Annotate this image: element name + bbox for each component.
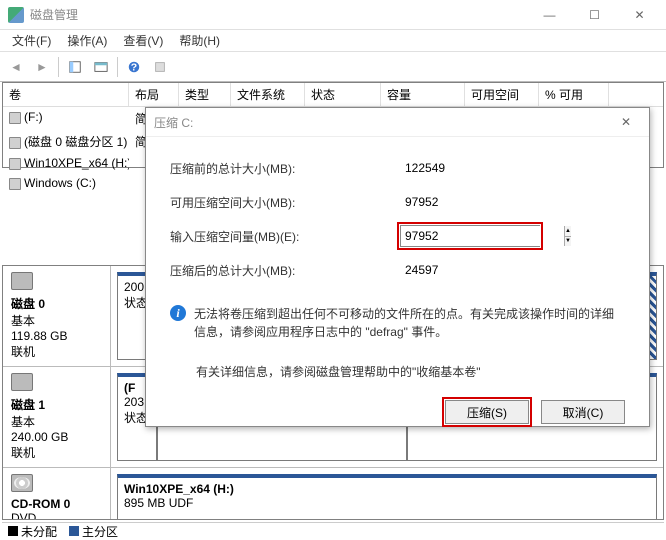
col-free[interactable]: 可用空间 xyxy=(465,83,539,106)
disk-label: 磁盘 0 基本 119.88 GB 联机 xyxy=(3,266,111,366)
spinner-up-icon[interactable]: ▲ xyxy=(565,226,571,237)
action-icon[interactable] xyxy=(148,55,172,79)
legend-swatch-unallocated xyxy=(8,526,18,536)
col-filesystem[interactable]: 文件系统 xyxy=(231,83,305,106)
disk-icon xyxy=(11,373,33,391)
value-total-after: 24597 xyxy=(400,260,520,280)
label-total-before: 压缩前的总计大小(MB): xyxy=(170,160,400,177)
forward-icon[interactable]: ► xyxy=(30,55,54,79)
toolbar-divider xyxy=(58,57,59,77)
value-available-shrink: 97952 xyxy=(400,192,520,212)
spinner-down-icon[interactable]: ▼ xyxy=(565,237,571,247)
info-text: 无法将卷压缩到超出任何不可移动的文件所在的点。有关完成该操作时间的详细信息，请参… xyxy=(194,305,625,341)
table-header: 卷 布局 类型 文件系统 状态 容量 可用空间 % 可用 xyxy=(3,83,663,107)
shrink-dialog: 压缩 C: ✕ 压缩前的总计大小(MB): 122549 可用压缩空间大小(MB… xyxy=(145,107,650,427)
minimize-button[interactable]: — xyxy=(527,1,572,29)
col-capacity[interactable]: 容量 xyxy=(381,83,465,106)
col-status[interactable]: 状态 xyxy=(305,83,381,106)
dialog-title: 压缩 C: xyxy=(154,114,611,131)
legend: 未分配 主分区 xyxy=(2,522,664,540)
label-available-shrink: 可用压缩空间大小(MB): xyxy=(170,194,400,211)
window-title: 磁盘管理 xyxy=(30,6,527,23)
disk-label: CD-ROM 0 DVD 895 MB xyxy=(3,468,111,520)
help-icon[interactable]: ? xyxy=(122,55,146,79)
volume-icon xyxy=(9,178,21,190)
volume-icon xyxy=(9,137,21,149)
info-icon: i xyxy=(170,305,186,321)
titlebar: 磁盘管理 — ☐ ✕ xyxy=(0,0,666,30)
label-shrink-amount: 输入压缩空间量(MB)(E): xyxy=(170,228,400,245)
properties-icon[interactable] xyxy=(89,55,113,79)
dialog-titlebar[interactable]: 压缩 C: ✕ xyxy=(146,108,649,137)
svg-text:?: ? xyxy=(131,61,137,73)
menu-file[interactable]: 文件(F) xyxy=(4,30,59,51)
app-icon xyxy=(8,7,24,23)
menu-action[interactable]: 操作(A) xyxy=(59,30,115,51)
volume-icon xyxy=(9,112,21,124)
cd-icon xyxy=(11,474,33,492)
maximize-button[interactable]: ☐ xyxy=(572,1,617,29)
col-type[interactable]: 类型 xyxy=(179,83,231,106)
col-layout[interactable]: 布局 xyxy=(129,83,179,106)
toolbar: ◄ ► ? xyxy=(0,52,666,82)
close-button[interactable]: ✕ xyxy=(617,1,662,29)
back-icon[interactable]: ◄ xyxy=(4,55,28,79)
dialog-close-button[interactable]: ✕ xyxy=(611,115,641,129)
label-total-after: 压缩后的总计大小(MB): xyxy=(170,262,400,279)
legend-swatch-primary xyxy=(69,526,79,536)
menu-view[interactable]: 查看(V) xyxy=(115,30,171,51)
cancel-button[interactable]: 取消(C) xyxy=(541,400,625,424)
col-percent[interactable]: % 可用 xyxy=(539,83,609,106)
toolbar-divider xyxy=(117,57,118,77)
shrink-amount-field[interactable] xyxy=(401,226,564,246)
menubar: 文件(F) 操作(A) 查看(V) 帮助(H) xyxy=(0,30,666,52)
shrink-amount-input[interactable]: ▲ ▼ xyxy=(400,225,540,247)
shrink-button[interactable]: 压缩(S) xyxy=(445,400,529,424)
volume-icon xyxy=(9,158,21,170)
disk-label: 磁盘 1 基本 240.00 GB 联机 xyxy=(3,367,111,467)
partition[interactable]: Win10XPE_x64 (H:)895 MB UDF xyxy=(117,474,657,520)
col-volume[interactable]: 卷 xyxy=(3,83,129,106)
help-text: 有关详细信息，请参阅磁盘管理帮助中的"收缩基本卷" xyxy=(196,363,625,380)
disk-icon xyxy=(11,272,33,290)
menu-help[interactable]: 帮助(H) xyxy=(171,30,228,51)
value-total-before: 122549 xyxy=(400,158,520,178)
disk-row[interactable]: CD-ROM 0 DVD 895 MB Win10XPE_x64 (H:)895… xyxy=(3,468,663,520)
refresh-icon[interactable] xyxy=(63,55,87,79)
